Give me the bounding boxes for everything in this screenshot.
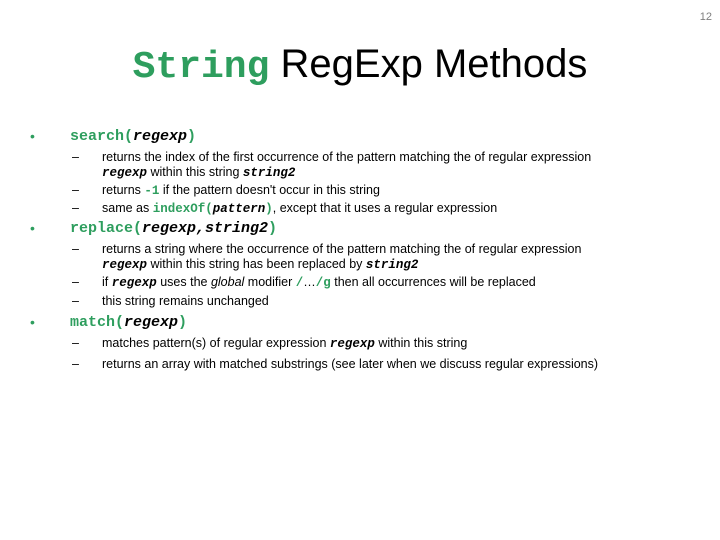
dash-icon: – [72, 150, 79, 164]
text: if [102, 275, 112, 289]
slide-title: String RegExp Methods [0, 38, 720, 94]
method-arg: regexp,string2 [142, 220, 269, 237]
dash-icon: – [72, 242, 79, 256]
text: same as [102, 201, 153, 215]
code-string2: string2 [365, 258, 419, 272]
code-indexof: indexOf( [152, 202, 213, 216]
method-search: search(regexp) [70, 128, 196, 145]
dash-icon: – [72, 294, 79, 308]
italic-global: global [210, 275, 245, 289]
code-minus-one: -1 [144, 184, 160, 198]
sub-text: this string remains unchanged [102, 294, 269, 308]
bullet-icon: • [30, 314, 35, 330]
title-code: String [132, 46, 270, 89]
dash-icon: – [72, 336, 79, 350]
dash-icon: – [72, 183, 79, 197]
method-arg: regexp [133, 128, 188, 145]
sub-text: returns an array with matched substrings… [102, 357, 599, 371]
sub-text: same as indexOf(pattern), except that it… [102, 201, 497, 217]
method-close: ) [178, 314, 188, 331]
method-match: match(regexp) [70, 314, 187, 331]
sub-line: returns the index of the first occurrenc… [102, 150, 592, 164]
sub-text: returns the index of the first occurrenc… [102, 150, 591, 181]
code-regexp: regexp [329, 337, 375, 351]
dash-icon: – [72, 275, 79, 289]
text: if the pattern doesn't occur in this str… [159, 183, 380, 197]
code-regexp: regexp [111, 276, 157, 290]
method-name: search( [70, 128, 134, 145]
code-close: ) [265, 202, 273, 216]
text: returns [102, 183, 145, 197]
text: then all occurrences will be replaced [330, 275, 536, 289]
code-regexp: regexp [102, 166, 148, 180]
text: uses the [156, 275, 211, 289]
code-regexp: regexp [102, 258, 148, 272]
text: within this string has been replaced by [147, 257, 366, 271]
dash-icon: – [72, 357, 79, 371]
code-string2: string2 [242, 166, 296, 180]
method-close: ) [268, 220, 278, 237]
sub-text: returns a string where the occurrence of… [102, 242, 581, 273]
bullet-icon: • [30, 128, 35, 144]
text: matches pattern(s) of regular expression [102, 336, 330, 350]
text: within this string [374, 336, 468, 350]
code-slash-g: /g [315, 276, 331, 290]
page-number: 12 [699, 11, 712, 23]
code-pattern: pattern [212, 202, 266, 216]
sub-text: if regexp uses the global modifier /…/g … [102, 275, 536, 291]
method-arg: regexp [124, 314, 179, 331]
method-name: match( [70, 314, 125, 331]
sub-text: matches pattern(s) of regular expression… [102, 336, 467, 352]
text: within this string [147, 165, 243, 179]
sub-line: regexp within this string has been repla… [102, 257, 581, 273]
method-replace: replace(regexp,string2) [70, 220, 277, 237]
sub-line: regexp within this string string2 [102, 165, 591, 181]
method-name: replace( [70, 220, 143, 237]
text: modifier [244, 275, 296, 289]
sub-text: returns -1 if the pattern doesn't occur … [102, 183, 380, 199]
sub-line: returns a string where the occurrence of… [102, 242, 582, 256]
bullet-icon: • [30, 220, 35, 236]
method-close: ) [187, 128, 197, 145]
text: … [303, 275, 316, 289]
text: , except that it uses a regular expressi… [272, 201, 498, 215]
title-text: RegExp Methods [280, 42, 588, 86]
dash-icon: – [72, 201, 79, 215]
